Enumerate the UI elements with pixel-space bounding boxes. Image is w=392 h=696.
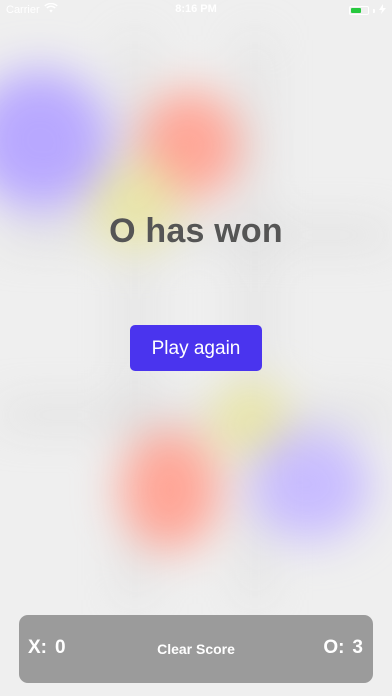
battery-level bbox=[351, 8, 361, 13]
clear-score-button[interactable]: Clear Score bbox=[129, 638, 263, 660]
x-score-label: X: bbox=[28, 637, 47, 658]
winner-text: O has won bbox=[109, 212, 283, 250]
x-score: X: 0 bbox=[28, 637, 66, 659]
battery-cap bbox=[373, 8, 375, 13]
status-right-group bbox=[349, 4, 386, 17]
o-score-value: 3 bbox=[352, 637, 363, 658]
battery-icon bbox=[349, 6, 369, 15]
status-bar: Carrier 8:16 PM bbox=[0, 0, 392, 20]
charging-icon bbox=[379, 4, 386, 17]
o-score: O: 3 bbox=[323, 637, 363, 659]
game-screen: Carrier 8:16 PM O has won Play again X: … bbox=[0, 0, 392, 696]
score-bar: X: 0 Clear Score O: 3 bbox=[19, 615, 373, 683]
play-again-button[interactable]: Play again bbox=[130, 325, 262, 371]
status-time: 8:16 PM bbox=[175, 3, 217, 15]
x-score-value: 0 bbox=[55, 637, 66, 658]
o-score-label: O: bbox=[323, 637, 345, 658]
